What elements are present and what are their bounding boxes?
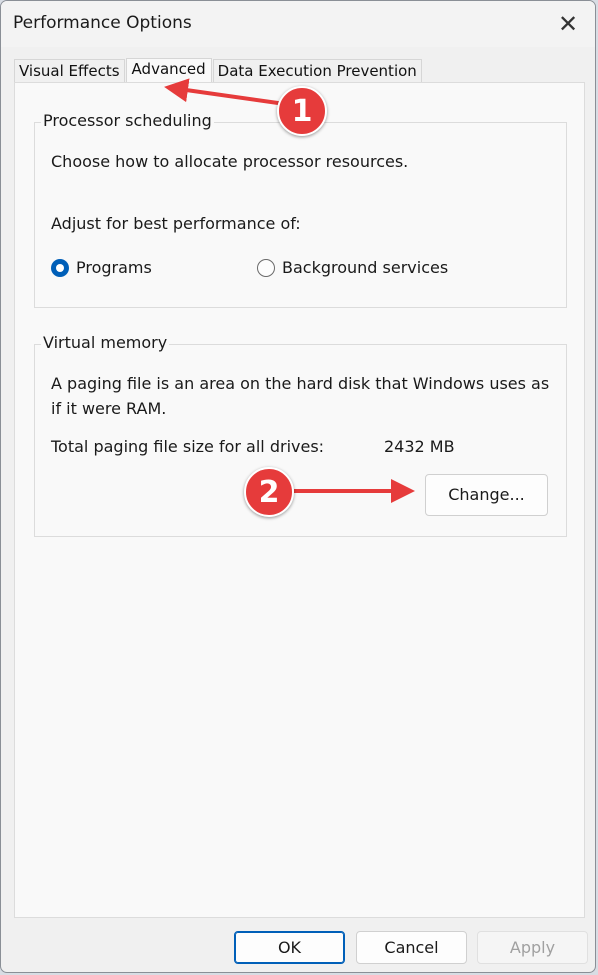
ok-button[interactable]: OK	[234, 931, 345, 964]
tab-visual-effects[interactable]: Visual Effects	[14, 59, 125, 83]
apply-button[interactable]: Apply	[477, 931, 588, 964]
virtual-memory-group: Virtual memory A paging file is an area …	[34, 333, 567, 537]
close-button[interactable]: ✕	[549, 7, 587, 41]
tab-advanced[interactable]: Advanced	[125, 58, 212, 82]
cancel-button[interactable]: Cancel	[356, 931, 467, 964]
processor-scheduling-group: Processor scheduling Choose how to alloc…	[34, 111, 567, 308]
step2-badge: 2	[244, 467, 294, 517]
virtual-memory-description-line2: if it were RAM.	[51, 399, 167, 418]
close-icon: ✕	[557, 10, 579, 38]
programs-radio-button[interactable]	[51, 259, 69, 277]
change-virtual-memory-button[interactable]: Change...	[425, 474, 548, 516]
adjust-performance-label: Adjust for best performance of:	[51, 214, 301, 233]
processor-scheduling-description: Choose how to allocate processor resourc…	[51, 152, 409, 171]
background-services-radio-button[interactable]	[257, 259, 275, 277]
tab-strip: Visual Effects Advanced Data Execution P…	[14, 58, 423, 83]
advanced-tab-panel: Processor scheduling Choose how to alloc…	[14, 82, 585, 918]
background-services-radio-label[interactable]: Background services	[282, 258, 448, 277]
programs-radio-label[interactable]: Programs	[76, 258, 152, 277]
paging-file-total-label: Total paging file size for all drives:	[51, 437, 325, 456]
tab-data-execution-prevention[interactable]: Data Execution Prevention	[212, 59, 422, 83]
processor-scheduling-title: Processor scheduling	[41, 111, 214, 130]
title-bar[interactable]: Performance Options ✕	[1, 1, 595, 47]
virtual-memory-description-line1: A paging file is an area on the hard dis…	[51, 374, 550, 393]
virtual-memory-title: Virtual memory	[41, 333, 170, 352]
window-title: Performance Options	[13, 13, 192, 33]
performance-options-window: Performance Options ✕ Visual Effects Adv…	[0, 0, 596, 973]
step1-badge: 1	[277, 86, 327, 136]
paging-file-total-value: 2432 MB	[384, 437, 455, 456]
